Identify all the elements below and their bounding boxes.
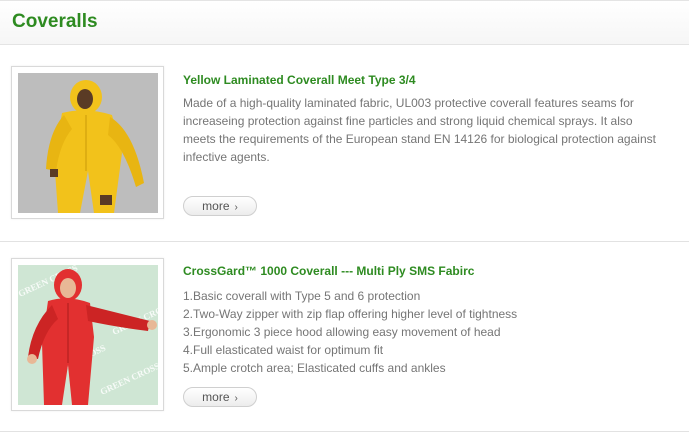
product-features: 1.Basic coverall with Type 5 and 6 prote… xyxy=(183,287,663,377)
feature-item: 2.Two-Way zipper with zip flap offering … xyxy=(183,307,518,321)
red-coverall-image: GREEN CROSS GREEN CROSS GREEN CROSS GREE… xyxy=(18,265,158,405)
product-item-yellow-coverall: Yellow Laminated Coverall Meet Type 3/4 … xyxy=(0,46,689,242)
yellow-coverall-image xyxy=(18,73,158,213)
page: Coveralls Yellow Laminated Coverall Meet… xyxy=(0,0,689,445)
product-image-crossgard-coverall[interactable]: GREEN CROSS GREEN CROSS GREEN CROSS GREE… xyxy=(11,258,164,411)
feature-item: 4.Full elasticated waist for optimum fit xyxy=(183,343,384,357)
section-header: Coveralls xyxy=(0,0,689,45)
chevron-right-icon: › xyxy=(234,393,238,404)
product-image-yellow-coverall[interactable] xyxy=(11,66,164,219)
feature-item: 5.Ample crotch area; Elasticated cuffs a… xyxy=(183,361,446,375)
more-label: more xyxy=(202,199,230,213)
product-title[interactable]: CrossGard™ 1000 Coverall --- Multi Ply S… xyxy=(183,264,474,278)
product-title[interactable]: Yellow Laminated Coverall Meet Type 3/4 xyxy=(183,73,416,87)
product-description: Made of a high-quality laminated fabric,… xyxy=(183,96,656,164)
feature-item: 3.Ergonomic 3 piece hood allowing easy m… xyxy=(183,325,501,339)
page-title: Coveralls xyxy=(12,11,98,32)
more-button[interactable]: more › xyxy=(183,387,257,407)
chevron-right-icon: › xyxy=(234,202,238,213)
product-item-crossgard-coverall: GREEN CROSS GREEN CROSS GREEN CROSS GREE… xyxy=(0,242,689,432)
feature-item: 1.Basic coverall with Type 5 and 6 prote… xyxy=(183,289,421,303)
more-label: more xyxy=(202,390,230,404)
more-button[interactable]: more › xyxy=(183,196,257,216)
